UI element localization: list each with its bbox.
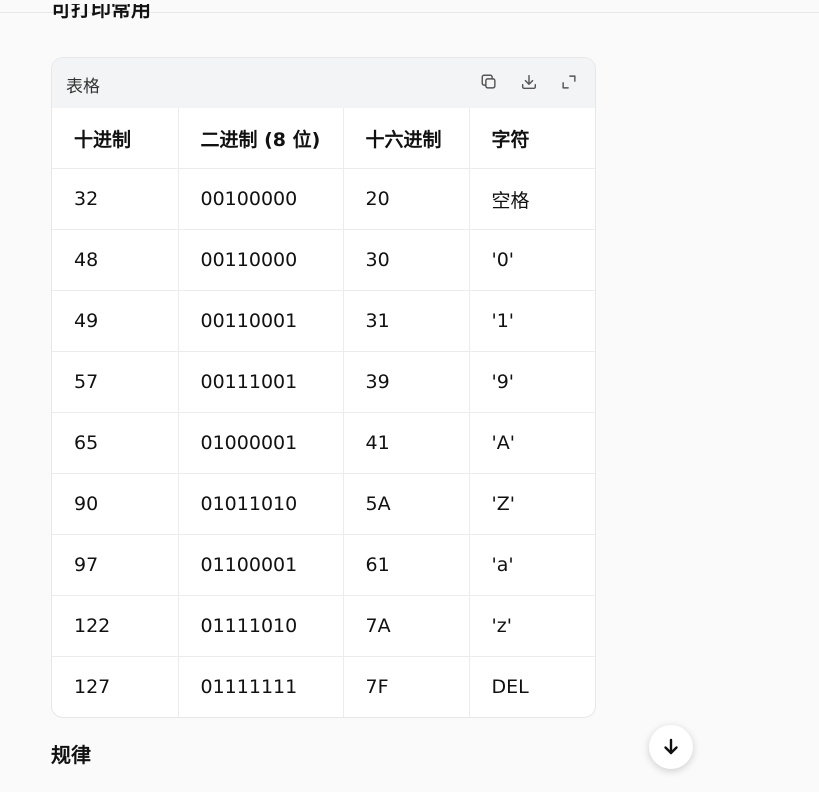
- column-header-hex: 十六进制: [343, 108, 470, 169]
- cell-char: 空格: [469, 168, 595, 230]
- cell-binary: 01111010: [178, 595, 344, 657]
- table-row: 90 01011010 5A 'Z': [52, 473, 595, 535]
- section-heading-bottom: 规律: [51, 743, 91, 767]
- copy-button[interactable]: [479, 72, 499, 92]
- cell-binary: 00110001: [178, 290, 344, 352]
- cell-decimal: 97: [52, 534, 179, 596]
- table-row: 127 01111111 7F DEL: [52, 656, 595, 717]
- table-card-title: 表格: [66, 77, 100, 97]
- cell-decimal: 49: [52, 290, 179, 352]
- cell-hex: 7A: [343, 595, 470, 657]
- cell-char: '1': [469, 290, 595, 352]
- table-row: 49 00110001 31 '1': [52, 290, 595, 352]
- cell-binary: 01100001: [178, 534, 344, 596]
- scroll-to-bottom-button[interactable]: [649, 725, 693, 769]
- cell-decimal: 127: [52, 656, 179, 717]
- ascii-table: 十进制 二进制 (8 位) 十六进制 字符 32 00100000 20 空格 …: [52, 108, 595, 717]
- cell-char: 'a': [469, 534, 595, 596]
- cell-char: '9': [469, 351, 595, 413]
- table-row: 32 00100000 20 空格: [52, 168, 595, 230]
- copy-icon: [481, 74, 496, 89]
- table-card-actions: [479, 72, 579, 92]
- download-button[interactable]: [519, 72, 539, 92]
- cell-char: '0': [469, 229, 595, 291]
- arrow-down-icon: [664, 738, 678, 755]
- table-row: 97 01100001 61 'a': [52, 534, 595, 596]
- section-heading-top: 可打印常用: [51, 4, 151, 26]
- cell-decimal: 90: [52, 473, 179, 535]
- column-header-decimal: 十进制: [52, 108, 179, 169]
- cell-binary: 00111001: [178, 351, 344, 413]
- cell-decimal: 122: [52, 595, 179, 657]
- cell-hex: 39: [343, 351, 470, 413]
- cell-hex: 41: [343, 412, 470, 474]
- column-header-char: 字符: [469, 108, 595, 169]
- cell-decimal: 48: [52, 229, 179, 291]
- cell-hex: 31: [343, 290, 470, 352]
- cell-hex: 20: [343, 168, 470, 230]
- table-row: 48 00110000 30 '0': [52, 229, 595, 291]
- table-row: 65 01000001 41 'A': [52, 412, 595, 474]
- table-row: 57 00111001 39 '9': [52, 351, 595, 413]
- table-row: 122 01111010 7A 'z': [52, 595, 595, 657]
- table-header-row: 十进制 二进制 (8 位) 十六进制 字符: [52, 108, 595, 169]
- table-card-header: 表格: [52, 58, 595, 108]
- expand-button[interactable]: [559, 72, 579, 92]
- download-icon: [521, 74, 537, 90]
- cell-char: DEL: [491, 676, 529, 698]
- cell-char: 'z': [469, 595, 595, 657]
- cell-binary: 00100000: [178, 168, 344, 230]
- cell-hex: 30: [343, 229, 470, 291]
- cell-decimal: 65: [52, 412, 179, 474]
- cell-hex: 5A: [343, 473, 470, 535]
- section-heading-top-text: 可打印常用: [51, 4, 151, 21]
- cell-hex: 61: [343, 534, 470, 596]
- cell-char: 'Z': [469, 473, 595, 535]
- cell-decimal: 57: [52, 351, 179, 413]
- cell-hex: 7F: [343, 656, 470, 717]
- column-header-binary: 二进制 (8 位): [178, 108, 344, 169]
- cell-binary: 01111111: [178, 656, 344, 717]
- cell-decimal: 32: [52, 168, 179, 230]
- cell-binary: 00110000: [178, 229, 344, 291]
- cell-char: 'A': [469, 412, 595, 474]
- cell-binary: 01011010: [178, 473, 344, 535]
- cell-binary: 01000001: [178, 412, 344, 474]
- table-card: 表格 十进制 二进制 (8 位) 十六进制 字符 32 00100000 20 …: [51, 57, 596, 718]
- expand-icon: [562, 75, 576, 89]
